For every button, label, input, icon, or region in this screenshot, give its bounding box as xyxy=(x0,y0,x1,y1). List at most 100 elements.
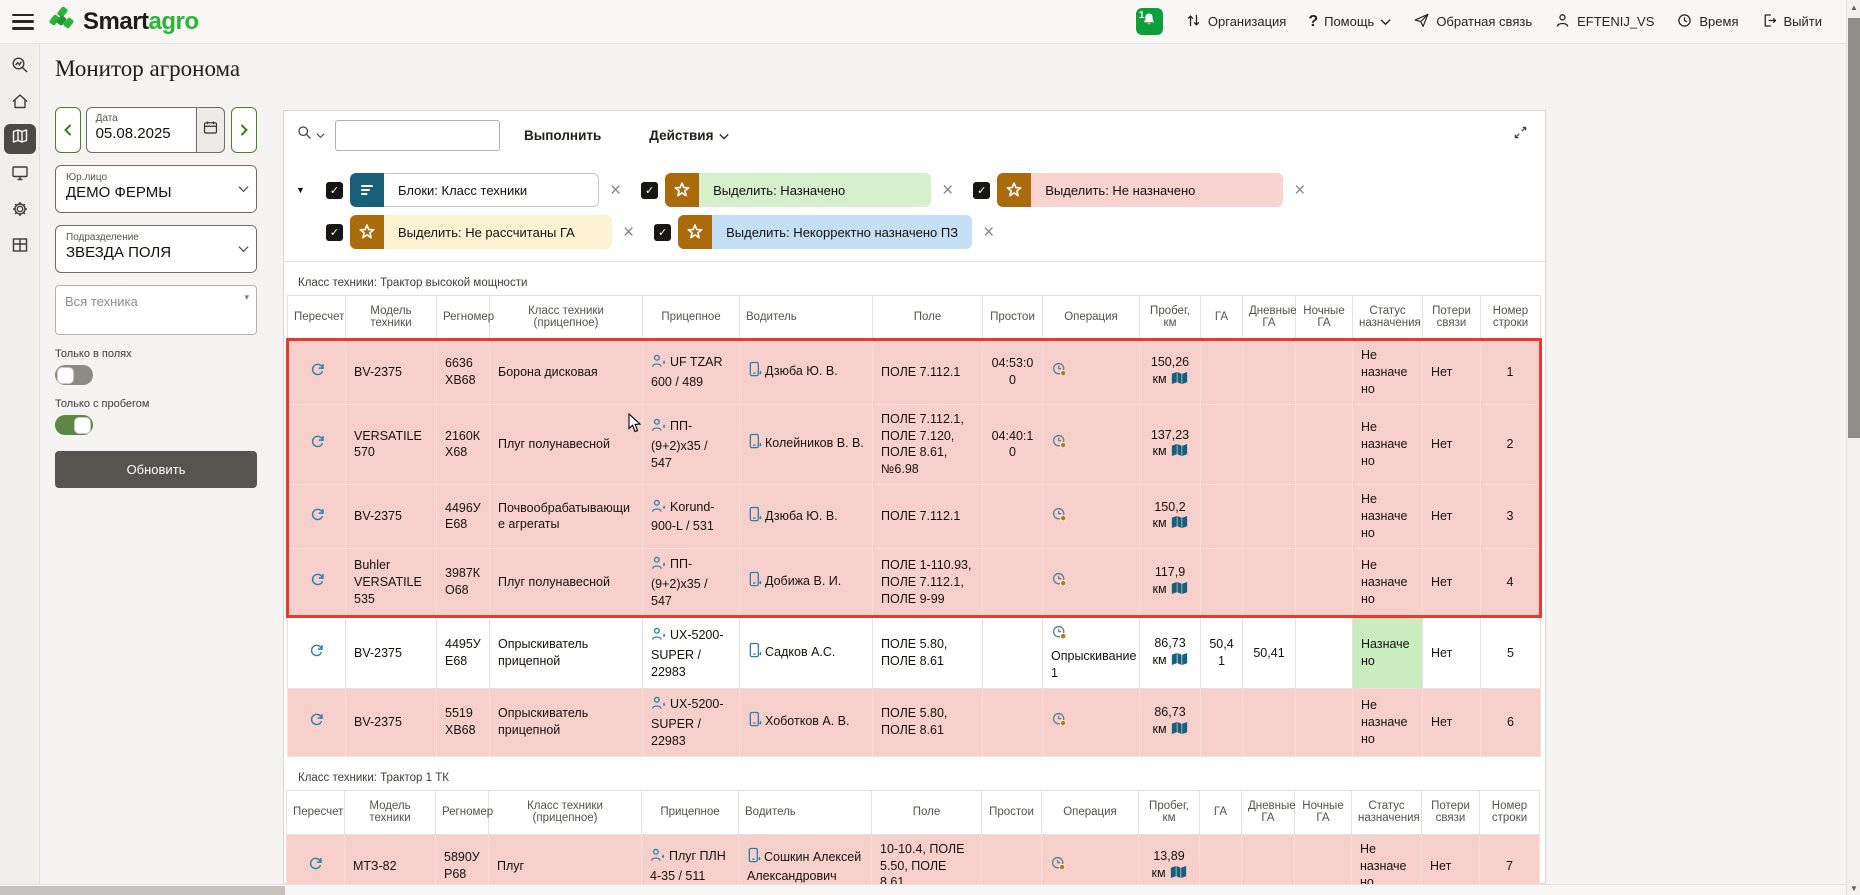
date-field[interactable]: Дата 05.08.2025 xyxy=(86,107,196,153)
chip-checkbox[interactable]: ✓ xyxy=(326,224,343,241)
sidebar-item-settings[interactable] xyxy=(4,196,36,226)
chip-label[interactable]: Выделить: Некорректно назначено ПЗ xyxy=(712,215,972,249)
table-row[interactable]: BV-23756636ХВ68Борона дисковаяUF TZAR 60… xyxy=(288,340,1541,405)
sidebar-item-table[interactable] xyxy=(4,232,36,262)
hamburger-menu-button[interactable] xyxy=(12,14,34,30)
horizontal-scrollbar-thumb[interactable] xyxy=(0,886,285,895)
recalculate-icon[interactable] xyxy=(309,571,326,593)
column-header[interactable]: Прицепное xyxy=(642,790,739,834)
column-header[interactable]: Операция xyxy=(1043,296,1140,340)
column-header[interactable]: Ночные ГА xyxy=(1295,790,1352,834)
column-header[interactable]: Простои xyxy=(983,296,1043,340)
chip-label[interactable]: Выделить: Не рассчитаны ГА xyxy=(384,215,612,249)
column-header[interactable]: Класс техники (прицепное) xyxy=(490,296,643,340)
column-header[interactable]: Пересчет xyxy=(288,296,346,340)
column-header[interactable]: Дневные ГА xyxy=(1243,296,1296,340)
legal-entity-select[interactable]: Юр.лицо ДЕМО ФЕРМЫ xyxy=(55,165,257,213)
search-input[interactable] xyxy=(335,120,500,151)
column-header[interactable]: Поле xyxy=(872,790,982,834)
column-header[interactable]: Водитель xyxy=(739,790,872,834)
chip-checkbox[interactable]: ✓ xyxy=(973,182,990,199)
track-map-icon[interactable] xyxy=(1171,652,1188,671)
calendar-button[interactable] xyxy=(196,107,226,153)
menu-item-organization[interactable]: Организация xyxy=(1185,12,1286,32)
sidebar-item-home[interactable] xyxy=(4,88,36,118)
recalculate-icon[interactable] xyxy=(307,855,324,877)
horizontal-scrollbar[interactable] xyxy=(0,884,1846,895)
chip-checkbox[interactable]: ✓ xyxy=(641,182,658,199)
chip-label[interactable]: Выделить: Не назначено xyxy=(1031,173,1283,207)
column-header[interactable]: Модель техники xyxy=(346,296,437,340)
actions-menu-button[interactable]: Действия xyxy=(649,128,729,143)
chip-remove-icon[interactable]: × xyxy=(610,181,621,200)
sidebar-item-map[interactable] xyxy=(4,124,36,154)
search-column-selector[interactable] xyxy=(296,124,325,146)
table-row[interactable]: Buhler VERSATILE 5353987КО68Плуг полунав… xyxy=(288,548,1541,617)
menu-item-help[interactable]: ? Помощь xyxy=(1308,13,1391,31)
track-map-icon[interactable] xyxy=(1170,865,1187,884)
recalculate-icon[interactable] xyxy=(308,642,325,664)
column-header[interactable]: Пересчет xyxy=(287,790,345,834)
chip-remove-icon[interactable]: × xyxy=(942,181,953,200)
notifications-button[interactable]: 1 xyxy=(1136,8,1163,35)
track-map-icon[interactable] xyxy=(1171,515,1188,534)
menu-item-logout[interactable]: Выйти xyxy=(1761,12,1823,32)
track-map-icon[interactable] xyxy=(1171,721,1188,740)
chip-label[interactable]: Выделить: Назначено xyxy=(699,173,931,207)
track-map-icon[interactable] xyxy=(1171,581,1188,600)
chip-checkbox[interactable]: ✓ xyxy=(654,224,671,241)
column-header[interactable]: Водитель xyxy=(740,296,873,340)
column-header[interactable]: Регномер xyxy=(436,790,489,834)
table-row[interactable]: BV-23754496УЕ68Почвообрабатывающие агрег… xyxy=(288,485,1541,549)
vertical-scrollbar-thumb[interactable] xyxy=(1848,18,1860,438)
only-in-fields-toggle[interactable] xyxy=(55,365,93,385)
date-next-button[interactable] xyxy=(231,107,257,153)
column-header[interactable]: Пробег, км xyxy=(1140,296,1201,340)
column-header[interactable]: ГА xyxy=(1200,790,1242,834)
recalculate-icon[interactable] xyxy=(309,361,326,383)
logo[interactable]: Smartagro xyxy=(48,5,199,38)
column-header[interactable]: Ночные ГА xyxy=(1296,296,1353,340)
track-map-icon[interactable] xyxy=(1171,371,1188,390)
recalculate-icon[interactable] xyxy=(309,433,326,455)
column-header[interactable]: Класс техники (прицепное) xyxy=(489,790,642,834)
column-header[interactable]: Статус назначения xyxy=(1352,790,1422,834)
menu-item-time[interactable]: Время xyxy=(1676,12,1738,32)
column-header[interactable]: Потери связи xyxy=(1423,296,1481,340)
menu-item-user[interactable]: EFTENIJ_VS xyxy=(1554,12,1654,32)
chips-expander[interactable]: ▼ xyxy=(296,185,326,195)
division-select[interactable]: Подразделение ЗВЕЗДА ПОЛЯ xyxy=(55,225,257,273)
column-header[interactable]: Операция xyxy=(1042,790,1139,834)
column-header[interactable]: ГА xyxy=(1201,296,1243,340)
table-row[interactable]: BV-23754495УЕ68Опрыскиватель прицепнойUX… xyxy=(288,617,1541,689)
chip-checkbox[interactable]: ✓ xyxy=(326,182,343,199)
date-prev-button[interactable] xyxy=(55,107,81,153)
sidebar-item-monitor[interactable] xyxy=(4,160,36,190)
execute-button[interactable]: Выполнить xyxy=(524,128,601,143)
table-row[interactable]: BV-23755519ХВ68Опрыскиватель прицепнойUX… xyxy=(288,689,1541,757)
chip-remove-icon[interactable]: × xyxy=(983,223,994,242)
column-header[interactable]: Поле xyxy=(873,296,983,340)
menu-item-feedback[interactable]: Обратная связь xyxy=(1413,12,1532,32)
column-header[interactable]: Номер строки xyxy=(1480,790,1540,834)
column-header[interactable]: Регномер xyxy=(437,296,490,340)
column-header[interactable]: Модель техники xyxy=(345,790,436,834)
recalculate-icon[interactable] xyxy=(308,711,325,733)
column-header[interactable]: Дневные ГА xyxy=(1242,790,1295,834)
equipment-filter-input[interactable]: Вся техника ▾ xyxy=(55,285,257,335)
column-header[interactable]: Пробег, км xyxy=(1139,790,1200,834)
table-row[interactable]: VERSATILE 5702160КХ68Плуг полунавеснойПП… xyxy=(288,404,1541,485)
column-header[interactable]: Простои xyxy=(982,790,1042,834)
column-header[interactable]: Статус назначения xyxy=(1353,296,1423,340)
chip-remove-icon[interactable]: × xyxy=(623,223,634,242)
maximize-button[interactable] xyxy=(1512,124,1529,146)
chip-label[interactable]: Блоки: Класс техники xyxy=(384,173,599,207)
column-header[interactable]: Потери связи xyxy=(1422,790,1480,834)
refresh-button[interactable]: Обновить xyxy=(55,451,257,488)
only-with-mileage-toggle[interactable] xyxy=(55,415,93,435)
scroll-down-arrow[interactable]: ▼ xyxy=(1847,881,1860,895)
column-header[interactable]: Номер строки xyxy=(1481,296,1541,340)
column-header[interactable]: Прицепное xyxy=(643,296,740,340)
recalculate-icon[interactable] xyxy=(309,506,326,528)
sidebar-item-analytics[interactable] xyxy=(4,52,36,82)
